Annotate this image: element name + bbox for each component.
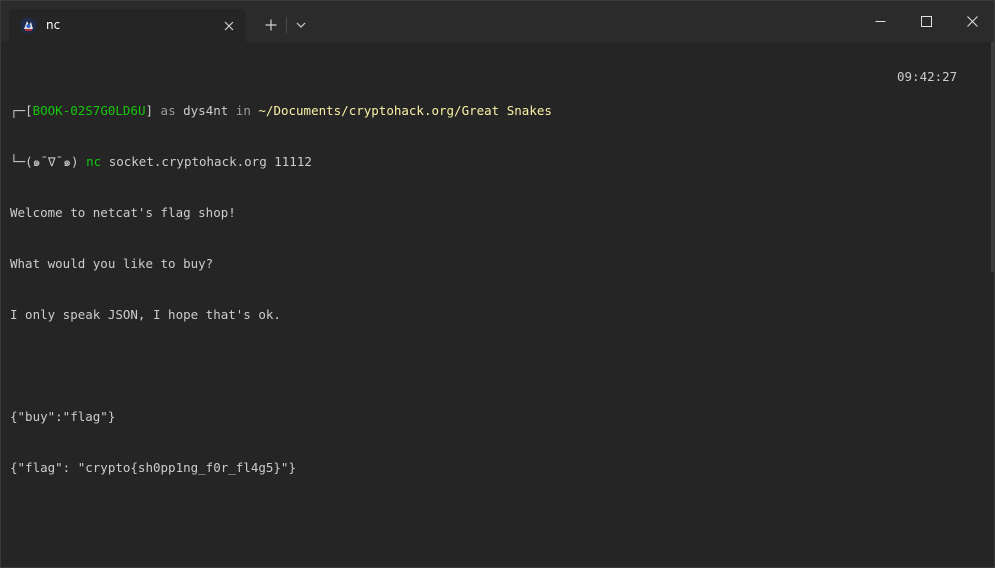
kali-dragon-icon xyxy=(20,17,37,34)
prompt-face: (๑¯∇¯๑) xyxy=(25,154,79,169)
prompt-in: in xyxy=(228,103,259,118)
terminal-output[interactable]: ┌─[BOOK-02S7G0LD6U] as dys4nt in ~/Docum… xyxy=(10,68,994,567)
prompt-time: 09:42:27 xyxy=(897,69,958,84)
chevron-down-icon[interactable] xyxy=(289,14,313,36)
tab-title: nc xyxy=(46,18,61,32)
host-bracket-open: [ xyxy=(25,103,33,118)
output-line: Welcome to netcat's flag shop! xyxy=(10,205,236,220)
title-bar[interactable]: nc xyxy=(1,1,994,42)
prompt-corner-bottom: └─ xyxy=(10,154,26,169)
output-line: I only speak JSON, I hope that's ok. xyxy=(10,307,281,322)
minimize-icon[interactable] xyxy=(857,1,903,42)
new-tab-icon[interactable] xyxy=(259,14,283,36)
prompt-host: BOOK-02S7G0LD6U xyxy=(32,103,146,118)
host-bracket-close: ] xyxy=(145,103,154,118)
prompt-user: dys4nt xyxy=(183,103,229,118)
tab-divider xyxy=(286,17,287,33)
prompt-command: nc xyxy=(86,154,102,169)
close-window-icon[interactable] xyxy=(949,1,994,42)
close-tab-icon[interactable] xyxy=(220,17,237,34)
output-line: {"flag": "crypto{sh0pp1ng_f0r_fl4g5}"} xyxy=(10,460,296,475)
output-line: {"buy":"flag"} xyxy=(10,409,116,424)
tab-nc[interactable]: nc xyxy=(9,9,246,42)
output-line: What would you like to buy? xyxy=(10,256,214,271)
prompt-path: ~/Documents/cryptohack.org/Great Snakes xyxy=(258,103,552,118)
maximize-icon[interactable] xyxy=(903,1,949,42)
prompt-line-2: └─(๑¯∇¯๑) nc socket.cryptohack.org 11112 xyxy=(10,153,994,170)
scrollbar[interactable] xyxy=(991,42,994,272)
terminal-window: nc ┌─[BOOK-02S7G0LD6U] as dys4nt in ~/Do… xyxy=(0,0,995,568)
prompt-as: as xyxy=(153,103,184,118)
prompt-corner-top: ┌─ xyxy=(10,103,26,118)
prompt-line-1: ┌─[BOOK-02S7G0LD6U] as dys4nt in ~/Docum… xyxy=(10,102,994,119)
prompt-args: socket.cryptohack.org 11112 xyxy=(108,154,312,169)
